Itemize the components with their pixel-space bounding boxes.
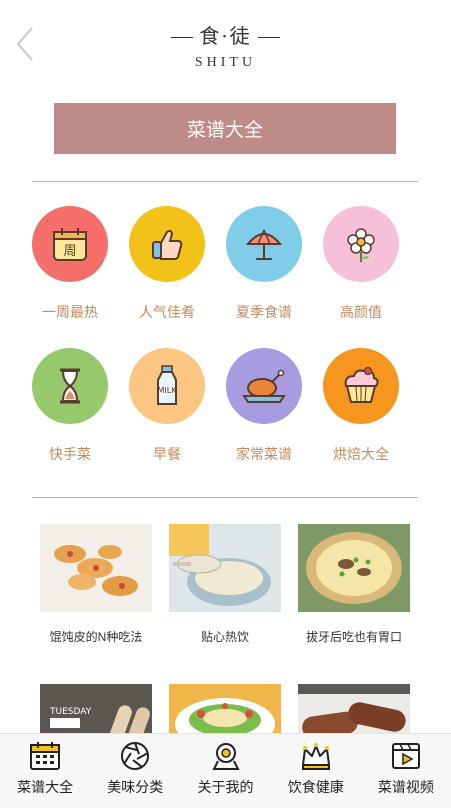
logo-char-1: 食 bbox=[199, 24, 222, 48]
category-popular[interactable]: 人气佳肴 bbox=[119, 206, 215, 322]
aperture-icon bbox=[121, 742, 150, 770]
tab-diet-health[interactable]: 饮食健康 bbox=[271, 734, 361, 808]
category-label: 高颜值 bbox=[340, 304, 382, 320]
category-home-style[interactable]: 家常菜谱 bbox=[216, 348, 312, 464]
logo-english: SHITU bbox=[194, 55, 257, 70]
bottom-tab-bar: 菜谱大全 美味分类 关于我的 饮食健康 菜谱视频 bbox=[0, 733, 451, 808]
recipe-photo bbox=[40, 524, 152, 612]
category-label: 一周最热 bbox=[42, 304, 98, 320]
category-circle bbox=[129, 206, 205, 282]
tab-recipe-collection[interactable]: 菜谱大全 bbox=[0, 734, 90, 808]
divider-top bbox=[32, 181, 418, 182]
calendar-icon: 周 bbox=[53, 228, 87, 261]
tab-label: 菜谱视频 bbox=[377, 779, 434, 795]
category-circle bbox=[323, 348, 399, 424]
umbrella-icon bbox=[245, 229, 283, 260]
thumbs-up-icon bbox=[152, 229, 183, 260]
category-quick[interactable]: 快手菜 bbox=[22, 348, 118, 464]
divider-middle bbox=[32, 497, 418, 498]
video-icon bbox=[391, 743, 420, 769]
recipe-card[interactable]: 拔牙后吃也有胃口 bbox=[298, 524, 410, 645]
milk-bottle-icon: MILK bbox=[157, 365, 178, 405]
category-baking[interactable]: 烘焙大全 bbox=[313, 348, 409, 464]
calendar-grid-icon bbox=[30, 742, 61, 770]
category-circle: 周 bbox=[32, 206, 108, 282]
category-weekly-hot[interactable]: 周 一周最热 bbox=[22, 206, 118, 322]
category-circle bbox=[323, 206, 399, 282]
category-circle: MILK bbox=[129, 348, 205, 424]
svg-text:TUESDAY: TUESDAY bbox=[49, 707, 92, 717]
category-good-looking[interactable]: 高颜值 bbox=[313, 206, 409, 322]
category-circle bbox=[226, 348, 302, 424]
logo-char-2: 徒 bbox=[229, 24, 252, 48]
recipe-card[interactable]: 贴心热饮 bbox=[169, 524, 281, 645]
category-label: 烘焙大全 bbox=[333, 446, 389, 462]
category-breakfast[interactable]: MILK 早餐 bbox=[119, 348, 215, 464]
tab-label: 关于我的 bbox=[197, 779, 254, 795]
hourglass-icon bbox=[60, 368, 80, 404]
tab-label: 美味分类 bbox=[107, 779, 164, 795]
category-label: 夏季食谱 bbox=[236, 304, 292, 320]
crown-icon bbox=[301, 743, 330, 770]
recipe-photo bbox=[169, 524, 281, 612]
flower-icon bbox=[347, 228, 375, 262]
recipe-caption: 馄饨皮的N种吃法 bbox=[49, 630, 143, 644]
category-label: 快手菜 bbox=[49, 446, 91, 462]
tab-about-me[interactable]: 关于我的 bbox=[180, 734, 270, 808]
recipe-caption: 拔牙后吃也有胃口 bbox=[305, 630, 402, 644]
roast-chicken-icon bbox=[242, 369, 286, 403]
category-summer[interactable]: 夏季食谱 bbox=[216, 206, 312, 322]
app-logo: 食·徒 SHITU bbox=[0, 20, 451, 71]
category-circle bbox=[32, 348, 108, 424]
tab-label: 菜谱大全 bbox=[17, 779, 74, 795]
logo-separator: · bbox=[221, 24, 230, 48]
svg-text:周: 周 bbox=[63, 244, 76, 259]
svg-text:MILK: MILK bbox=[158, 386, 178, 395]
category-label: 家常菜谱 bbox=[236, 446, 292, 462]
user-pin-icon bbox=[211, 743, 240, 770]
recipe-photo bbox=[298, 524, 410, 612]
recipe-card[interactable]: 馄饨皮的N种吃法 bbox=[40, 524, 152, 645]
recipe-collection-button[interactable]: 菜谱大全 bbox=[54, 103, 396, 154]
category-label: 早餐 bbox=[153, 446, 181, 462]
cupcake-icon bbox=[344, 366, 379, 403]
tab-categories[interactable]: 美味分类 bbox=[90, 734, 180, 808]
tab-recipe-videos[interactable]: 菜谱视频 bbox=[361, 734, 451, 808]
tab-label: 饮食健康 bbox=[287, 779, 344, 795]
recipe-caption: 贴心热饮 bbox=[200, 630, 249, 644]
category-label: 人气佳肴 bbox=[139, 304, 195, 320]
category-circle bbox=[226, 206, 302, 282]
